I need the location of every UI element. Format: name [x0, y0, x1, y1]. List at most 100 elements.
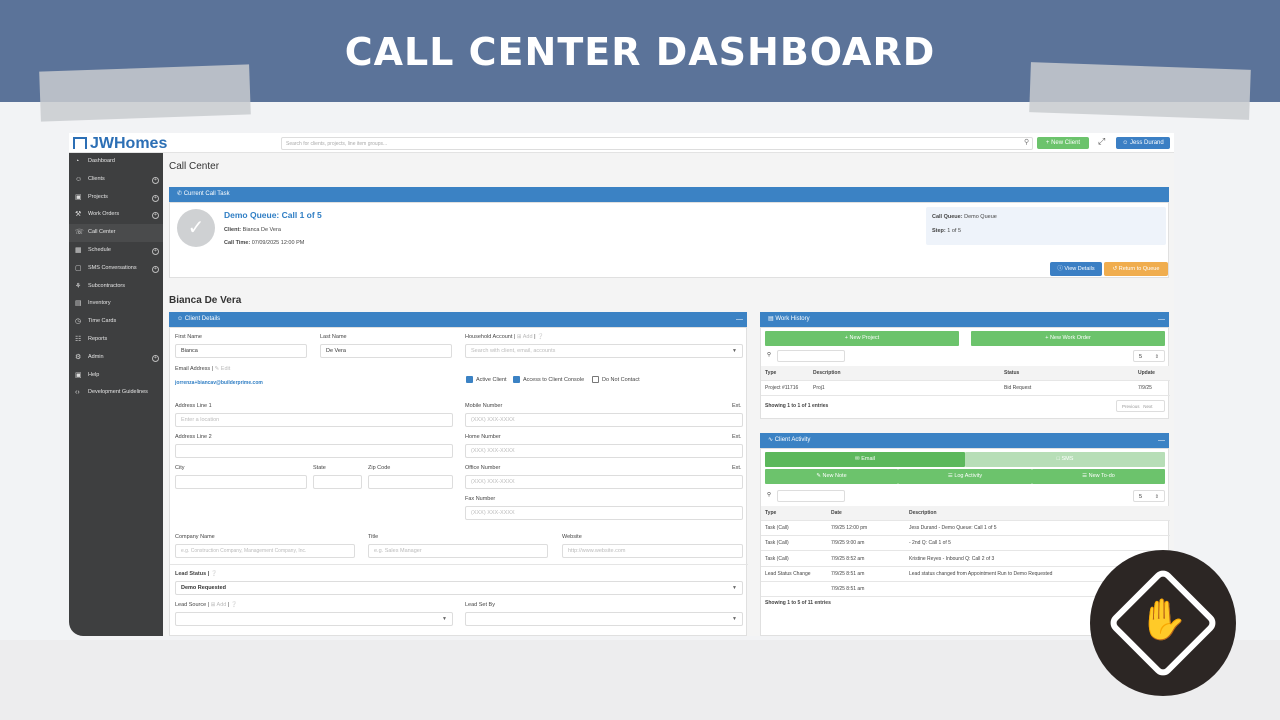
collapse-icon[interactable]: — [1158, 433, 1165, 448]
column-header[interactable]: Type [765, 366, 776, 381]
work-history-search[interactable] [777, 350, 845, 362]
activity-search[interactable] [777, 490, 845, 502]
client-details-header: ☺ Client Details — [169, 312, 747, 327]
client-console-checkbox[interactable] [513, 376, 520, 383]
edit-label: Edit [220, 366, 231, 372]
sidebar-item-dashboard[interactable]: ◔ Dashboard [69, 153, 163, 171]
collapse-icon[interactable]: — [736, 312, 743, 327]
lead-source-select[interactable]: ▼ [175, 612, 453, 626]
title-field[interactable]: e.g. Sales Manager [368, 544, 548, 558]
email-label-line: Email Address | ✎ Edit [175, 366, 231, 372]
mobile-field[interactable]: (XXX) XXX-XXXX [465, 413, 743, 427]
table-row[interactable]: Task (Call) 7/9/25 8:52 am Kristine Reyes … [761, 552, 1170, 567]
chat-icon: ▢ [75, 264, 82, 272]
edit-email-link[interactable]: ✎ Edit [215, 366, 231, 372]
sidebar-item-help[interactable]: ▣ Help [69, 367, 163, 385]
table-row[interactable]: Task (Call) 7/9/25 12:00 pm Jess Durand - … [761, 521, 1170, 536]
sidebar-item-time-cards[interactable]: ◷ Time Cards [69, 313, 163, 331]
first-name-field[interactable]: Bianca [175, 344, 307, 358]
expand-plus-icon[interactable]: + [152, 247, 159, 255]
column-header[interactable]: Date [831, 506, 842, 521]
add-link[interactable]: ⊞ Add [517, 334, 533, 340]
help-icon[interactable]: ❔ [231, 602, 238, 608]
client-details-panel: First Name Bianca Last Name De Vera Hous… [169, 327, 748, 636]
help-icon[interactable]: ❔ [537, 334, 544, 340]
column-header[interactable]: Update [1138, 366, 1155, 381]
page-size-select[interactable]: 5 ⇕ [1133, 490, 1165, 502]
address2-field[interactable] [175, 444, 453, 458]
sidebar-item-subcontractors[interactable]: ⚘ Subcontractors [69, 278, 163, 296]
table-cell: 7/9/25 8:51 am [831, 570, 865, 577]
column-header[interactable]: Status [1004, 366, 1019, 381]
main-content: Call Center ✆ Current Call Task ✓ Demo Q… [163, 153, 1174, 636]
sidebar-item-sms-conversations[interactable]: ▢ SMS Conversations + [69, 260, 163, 278]
view-details-button[interactable]: ⓘ View Details [1050, 262, 1102, 276]
sms-tab[interactable]: □ SMS [965, 452, 1165, 467]
column-header[interactable]: Type [765, 506, 776, 521]
page-size-select[interactable]: 5 ⇕ [1133, 350, 1165, 362]
next-button[interactable]: Next [1143, 404, 1152, 409]
new-todo-button[interactable]: ☰ New To-do [1032, 469, 1165, 484]
expand-plus-icon[interactable]: + [152, 265, 159, 273]
email-tab[interactable]: ✉ Email [765, 452, 965, 467]
sidebar-item-reports[interactable]: ☷ Reports [69, 331, 163, 349]
new-client-button[interactable]: + New Client [1037, 137, 1089, 149]
previous-button[interactable]: Previous [1122, 404, 1140, 409]
address2-label: Address Line 2 [175, 434, 212, 440]
expand-icon[interactable]: ⤢ [1098, 136, 1105, 147]
zip-label: Zip Code [368, 465, 391, 471]
log-activity-button[interactable]: ☰ Log Activity [898, 469, 1032, 484]
email-value[interactable]: jorrenza+biancav@builderprime.com [175, 380, 263, 386]
expand-plus-icon[interactable]: + [152, 194, 159, 202]
handshake-icon: ⚘ [75, 282, 82, 290]
expand-plus-icon[interactable]: + [152, 354, 159, 362]
sidebar-item-projects[interactable]: ▣ Projects + [69, 189, 163, 207]
do-not-contact-checkbox[interactable] [592, 376, 599, 383]
zip-field[interactable] [368, 475, 453, 489]
expand-plus-icon[interactable]: + [152, 212, 159, 220]
active-client-checkbox[interactable] [466, 376, 473, 383]
home-field[interactable]: (XXX) XXX-XXXX [465, 444, 743, 458]
table-footer: Showing 1 to 1 of 1 entries [765, 403, 829, 409]
column-header[interactable]: Description [813, 366, 841, 381]
sidebar-item-inventory[interactable]: ▤ Inventory [69, 295, 163, 313]
column-header[interactable]: Description [909, 506, 937, 521]
logo[interactable]: JWHomes [73, 135, 167, 153]
office-field[interactable]: (XXX) XXX-XXXX [465, 475, 743, 489]
sidebar-item-label: Subcontractors [88, 282, 125, 289]
sidebar-item-label: Inventory [88, 300, 111, 307]
expand-plus-icon[interactable]: + [152, 176, 159, 184]
table-row[interactable]: Task (Call) 7/9/25 9:00 am - 2nd Q: Call 1… [761, 536, 1170, 552]
last-name-field[interactable]: De Vera [320, 344, 452, 358]
sidebar-item-clients[interactable]: ☺ Clients + [69, 171, 163, 189]
new-work-order-button[interactable]: + New Work Order [971, 331, 1165, 346]
last-name-label: Last Name [320, 334, 347, 340]
sidebar-item-admin[interactable]: ⚙ Admin + [69, 349, 163, 367]
add-link[interactable]: ⊞ Add [211, 602, 227, 608]
website-field[interactable]: http://www.website.com [562, 544, 743, 558]
new-project-button[interactable]: + New Project [765, 331, 959, 346]
address1-field[interactable]: Enter a location [175, 413, 453, 427]
table-row[interactable]: Project #11716 Proj1 Bid Request 7/9/25 [761, 381, 1170, 396]
collapse-icon[interactable]: — [1158, 312, 1165, 327]
pagination[interactable]: Previous Next [1116, 400, 1165, 412]
city-field[interactable] [175, 475, 307, 489]
email-tab-label: Email [861, 456, 875, 462]
company-field[interactable]: e.g. Construction Company, Management Co… [175, 544, 355, 558]
sidebar-item-work-orders[interactable]: ⚒ Work Orders + [69, 206, 163, 224]
new-note-button[interactable]: ✎ New Note [765, 469, 898, 484]
household-select[interactable]: Search with client, email, accounts ▼ [465, 344, 743, 358]
sidebar-item-schedule[interactable]: ▦ Schedule + [69, 242, 163, 260]
sidebar-item-development-guidelines[interactable]: ‹› Development Guidelines [69, 384, 163, 402]
user-menu-button[interactable]: ☺ Jess Durand [1116, 137, 1170, 149]
search-input[interactable]: Search for clients, projects, line item … [281, 137, 1033, 150]
sidebar-item-call-center[interactable]: ☏ Call Center [69, 224, 163, 242]
help-icon[interactable]: ❔ [211, 571, 218, 577]
lead-status-select[interactable]: Demo Requested ▼ [175, 581, 743, 595]
lead-set-by-select[interactable]: ▼ [465, 612, 743, 626]
state-field[interactable] [313, 475, 362, 489]
return-to-queue-button[interactable]: ↺ Return to Queue [1104, 262, 1168, 276]
search-icon[interactable]: ⚲ [1024, 138, 1029, 146]
queue-title[interactable]: Demo Queue: Call 1 of 5 [224, 210, 322, 220]
fax-field[interactable]: (XXX) XXX-XXXX [465, 506, 743, 520]
